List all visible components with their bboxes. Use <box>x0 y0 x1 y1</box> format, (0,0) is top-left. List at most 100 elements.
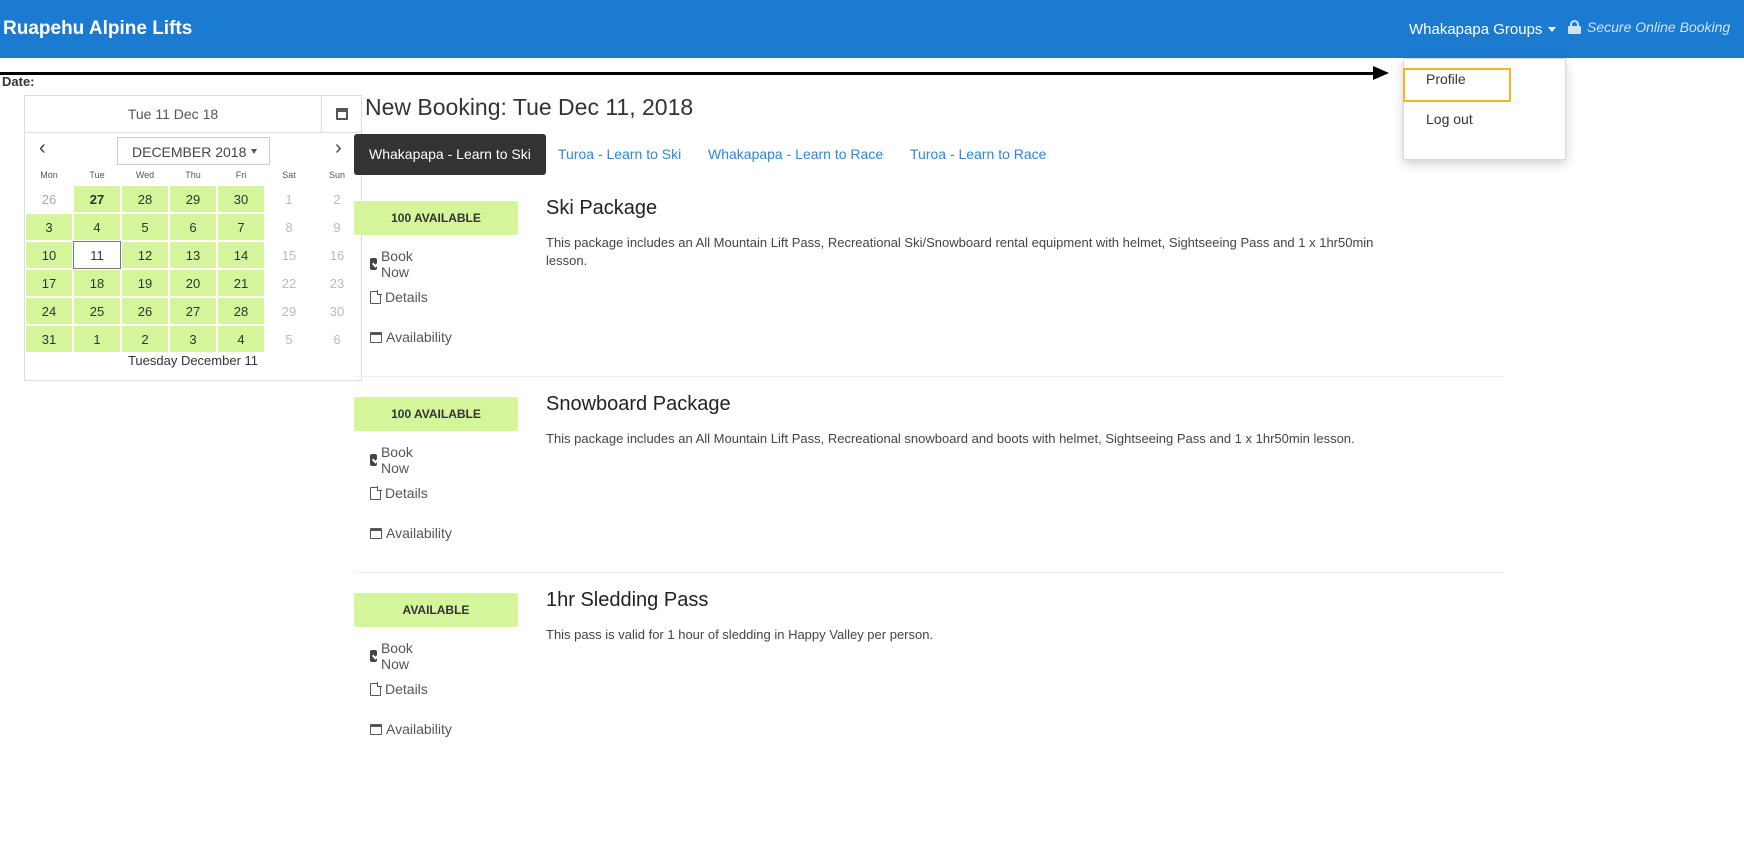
calendar-day[interactable]: 17 <box>25 269 73 297</box>
calendar-day[interactable]: 26 <box>25 185 73 213</box>
date-picker: Tue 11 Dec 18 ‹ DECEMBER 2018 › Mon Tue We… <box>24 95 362 381</box>
calendar-day[interactable]: 15 <box>265 241 313 269</box>
calendar-day[interactable]: 31 <box>25 325 73 353</box>
calendar-day[interactable]: 2 <box>121 325 169 353</box>
calendar-day[interactable]: 23 <box>313 269 361 297</box>
calendar-day[interactable]: 21 <box>217 269 265 297</box>
calendar-day[interactable]: 19 <box>121 269 169 297</box>
details-link[interactable]: Details <box>370 485 428 501</box>
calendar-day[interactable]: 30 <box>313 297 361 325</box>
calendar-day[interactable]: 4 <box>217 325 265 353</box>
check-square-icon <box>370 650 377 662</box>
availability-badge: 100 AVAILABLE <box>354 201 518 235</box>
menu-item-profile[interactable]: Profile <box>1426 71 1466 87</box>
lock-icon <box>1568 20 1581 34</box>
calendar-day-selected[interactable]: 11 <box>73 241 121 269</box>
calendar-day[interactable]: 4 <box>73 213 121 241</box>
calendar-day[interactable]: 29 <box>265 297 313 325</box>
package-description: This package includes an All Mountain Li… <box>546 431 1355 446</box>
user-dropdown-menu: Profile Log out <box>1403 58 1566 160</box>
calendar-day[interactable]: 1 <box>265 185 313 213</box>
calendar-day[interactable]: 5 <box>265 325 313 353</box>
package-description: This package includes an All Mountain Li… <box>546 235 1374 268</box>
secure-booking-indicator: Secure Online Booking <box>1568 19 1744 35</box>
calendar-day[interactable]: 18 <box>73 269 121 297</box>
calendar-nav: ‹ DECEMBER 2018 › <box>25 133 361 167</box>
calendar-icon <box>370 527 382 539</box>
calendar-day[interactable]: 3 <box>25 213 73 241</box>
calendar-day[interactable]: 16 <box>313 241 361 269</box>
calendar-day[interactable]: 26 <box>121 297 169 325</box>
top-navbar: Ruapehu Alpine Lifts Whakapapa Groups Se… <box>0 0 1744 58</box>
calendar-day[interactable]: 14 <box>217 241 265 269</box>
groups-dropdown-toggle[interactable]: Whakapapa Groups <box>1409 20 1557 38</box>
calendar-day[interactable]: 28 <box>217 297 265 325</box>
calendar-day[interactable]: 6 <box>313 325 361 353</box>
calendar-day[interactable]: 8 <box>265 213 313 241</box>
calendar-toggle-button[interactable] <box>321 96 361 133</box>
availability-link[interactable]: Availability <box>370 329 452 345</box>
annotation-arrow-head <box>1373 66 1389 80</box>
date-input-value: Tue 11 Dec 18 <box>127 106 219 122</box>
availability-link[interactable]: Availability <box>370 525 452 541</box>
calendar-day[interactable]: 28 <box>121 185 169 213</box>
groups-label: Whakapapa Groups <box>1409 20 1543 38</box>
calendar-day[interactable]: 22 <box>265 269 313 297</box>
calendar-day[interactable]: 29 <box>169 185 217 213</box>
package-divider <box>354 376 1504 377</box>
book-now-button[interactable]: Book Now <box>370 248 418 280</box>
details-link[interactable]: Details <box>370 681 428 697</box>
package-title: Snowboard Package <box>546 393 731 415</box>
calendar-day[interactable]: 24 <box>25 297 73 325</box>
calendar-day[interactable]: 13 <box>169 241 217 269</box>
calendar-day[interactable]: 27 <box>73 185 121 213</box>
calendar-icon <box>370 723 382 735</box>
calendar-day[interactable]: 20 <box>169 269 217 297</box>
next-month-button[interactable]: › <box>335 137 342 160</box>
calendar-day[interactable]: 25 <box>73 297 121 325</box>
details-link[interactable]: Details <box>370 289 428 305</box>
weekday-label: Sat <box>282 170 296 180</box>
check-square-icon <box>370 258 377 270</box>
file-icon <box>370 681 382 696</box>
book-now-button[interactable]: Book Now <box>370 640 418 672</box>
calendar-day[interactable]: 3 <box>169 325 217 353</box>
availability-badge: AVAILABLE <box>354 593 518 627</box>
calendar-day[interactable]: 30 <box>217 185 265 213</box>
weekday-label: Mon <box>40 170 58 180</box>
package-title: 1hr Sledding Pass <box>546 589 709 611</box>
tab-whakapapa-learn-to-ski[interactable]: Whakapapa - Learn to Ski <box>354 134 546 175</box>
selected-date-footer: Tuesday December 11 <box>127 353 259 368</box>
calendar-day[interactable]: 5 <box>121 213 169 241</box>
brand-logo[interactable]: Ruapehu Alpine Lifts <box>3 18 192 40</box>
month-select[interactable]: DECEMBER 2018 <box>117 137 270 165</box>
weekday-header: Mon Tue Wed Thu Fri Sat Sun <box>25 167 361 185</box>
tab-turoa-learn-to-race[interactable]: Turoa - Learn to Race <box>910 134 1046 175</box>
book-now-button[interactable]: Book Now <box>370 444 418 476</box>
file-icon <box>370 485 382 500</box>
availability-link[interactable]: Availability <box>370 721 452 737</box>
annotation-arrow-line <box>0 72 1375 75</box>
prev-month-button[interactable]: ‹ <box>39 137 46 160</box>
calendar-day[interactable]: 12 <box>121 241 169 269</box>
tab-whakapapa-learn-to-race[interactable]: Whakapapa - Learn to Race <box>708 134 883 175</box>
page-title: New Booking: Tue Dec 11, 2018 <box>365 94 694 120</box>
weekday-label: Tue <box>89 170 105 180</box>
calendar-day[interactable]: 27 <box>169 297 217 325</box>
secure-label: Secure Online Booking <box>1587 19 1731 35</box>
calendar-icon <box>370 331 382 343</box>
weekday-label: Wed <box>135 170 155 180</box>
calendar-day[interactable]: 1 <box>73 325 121 353</box>
menu-item-logout[interactable]: Log out <box>1426 111 1473 127</box>
package-title: Ski Package <box>546 197 658 219</box>
tab-turoa-learn-to-ski[interactable]: Turoa - Learn to Ski <box>558 134 681 175</box>
caret-down-icon <box>1548 26 1557 32</box>
date-input[interactable]: Tue 11 Dec 18 <box>25 96 361 133</box>
check-square-icon <box>370 454 377 466</box>
calendar-day[interactable]: 10 <box>25 241 73 269</box>
calendar-days-grid: 26 27 28 29 30 1 2 3 4 5 6 7 8 9 10 11 12 13 14 15 16 17 18 19 2… <box>25 185 361 353</box>
calendar-day[interactable]: 6 <box>169 213 217 241</box>
calendar-day[interactable]: 7 <box>217 213 265 241</box>
calendar-icon <box>336 108 348 120</box>
date-label: Date: <box>2 74 35 89</box>
